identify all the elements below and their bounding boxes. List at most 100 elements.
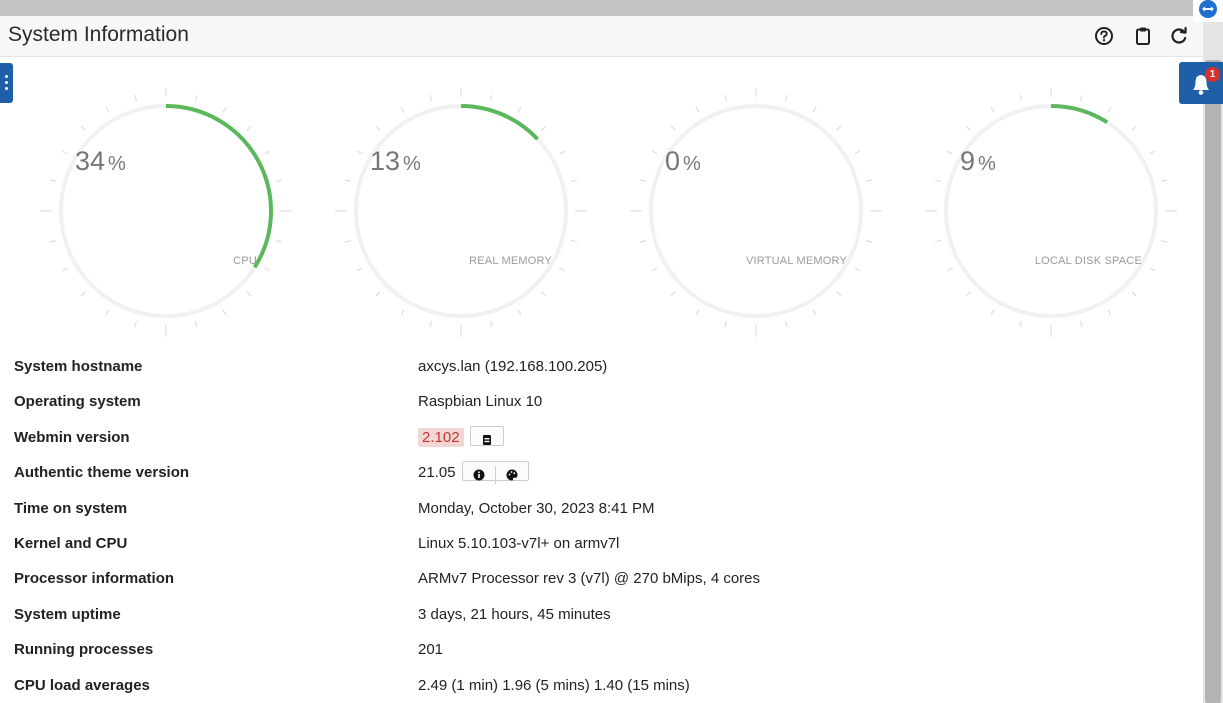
theme-info-button[interactable] bbox=[463, 466, 495, 484]
palette-icon bbox=[506, 469, 518, 481]
real-memory-gauge: 13% REAL MEMORY bbox=[322, 88, 592, 338]
gauge-track bbox=[944, 104, 1158, 318]
clipboard-icon bbox=[1136, 27, 1150, 45]
help-button[interactable] bbox=[1092, 24, 1116, 48]
info-key: Processor information bbox=[14, 570, 175, 588]
sidebar-toggle-button[interactable] bbox=[0, 63, 13, 103]
gauge-tick bbox=[375, 125, 381, 131]
virtual-memory-gauge: 0% VIRTUAL MEMORY bbox=[617, 88, 887, 338]
webmin-changelog-button[interactable] bbox=[469, 425, 504, 449]
gauge-tick bbox=[946, 267, 953, 272]
gauge-tick bbox=[246, 125, 252, 131]
gauge-tick bbox=[344, 239, 352, 243]
gauge-tick bbox=[1107, 106, 1112, 113]
gauge-tick bbox=[1079, 94, 1083, 102]
gauge-tick bbox=[1160, 179, 1168, 183]
remote-control-icon bbox=[1199, 0, 1217, 18]
gauge-tick bbox=[724, 94, 728, 102]
gauge-tick bbox=[695, 106, 700, 113]
theme-palette-button[interactable] bbox=[494, 466, 528, 485]
gauge-tick bbox=[695, 309, 700, 316]
cpu-gauge-value: 34% bbox=[75, 146, 126, 177]
gauge-tick bbox=[80, 125, 86, 131]
gauge-tick bbox=[1149, 150, 1156, 155]
gauge-tick bbox=[670, 291, 676, 297]
gauge-tick bbox=[1019, 94, 1023, 102]
gauge-tick bbox=[784, 94, 788, 102]
cpu-gauge: 34% CPU bbox=[27, 88, 297, 338]
remote-control-button[interactable] bbox=[1193, 0, 1223, 22]
gauge-tick bbox=[429, 94, 433, 102]
real-memory-percent-unit: % bbox=[403, 153, 421, 175]
menu-dot-icon bbox=[5, 81, 8, 84]
gauge-tick bbox=[965, 125, 971, 131]
gauge-tick bbox=[49, 179, 57, 183]
refresh-button[interactable] bbox=[1167, 24, 1191, 48]
gauge-tick bbox=[639, 179, 647, 183]
info-key: Authentic theme version bbox=[14, 464, 190, 482]
gauge-tick bbox=[80, 291, 86, 297]
gauge-tick bbox=[375, 291, 381, 297]
running-processes-link[interactable]: 201 bbox=[418, 632, 443, 667]
menu-dot-icon bbox=[5, 75, 8, 78]
gauge-tick bbox=[836, 125, 842, 131]
gauge-tick bbox=[429, 320, 433, 328]
info-row-os: Operating system Raspbian Linux 10 bbox=[14, 384, 1194, 419]
gauge-tick bbox=[489, 94, 493, 102]
gauge-tick bbox=[965, 291, 971, 297]
gauge-tick bbox=[990, 309, 995, 316]
webmin-version-badge: 2.102 bbox=[418, 427, 464, 447]
gauge-tick bbox=[222, 106, 227, 113]
info-row-webmin-version: Webmin version 2.102 bbox=[14, 420, 1194, 455]
gauge-tick bbox=[489, 320, 493, 328]
info-key: System hostname bbox=[14, 358, 143, 375]
gauge-tick bbox=[400, 309, 405, 316]
gauge-tick bbox=[194, 320, 198, 328]
info-value: Linux 5.10.103-v7l+ on armv7l bbox=[418, 535, 620, 552]
book-icon bbox=[482, 434, 491, 445]
gauge-tick bbox=[1149, 267, 1156, 272]
clipboard-button[interactable] bbox=[1131, 24, 1155, 48]
info-key: Operating system bbox=[14, 393, 141, 411]
cpu-percent: 34 bbox=[75, 146, 106, 176]
gauge-tick bbox=[865, 239, 873, 243]
gauge-tick bbox=[812, 106, 817, 113]
scrollbar-thumb[interactable] bbox=[1205, 60, 1221, 703]
virtual-memory-gauge-dial bbox=[630, 88, 882, 337]
gauge-tick bbox=[784, 320, 788, 328]
local-disk-percent: 9 bbox=[960, 146, 976, 176]
info-key: Webmin version bbox=[14, 428, 130, 446]
gauge-tick bbox=[1131, 125, 1137, 131]
gauge-tick bbox=[517, 106, 522, 113]
info-key: Running processes bbox=[14, 641, 154, 659]
gauge-tick bbox=[222, 309, 227, 316]
gauge-tick bbox=[724, 320, 728, 328]
system-time-link[interactable]: Monday, October 30, 2023 8:41 PM bbox=[418, 491, 655, 526]
webmin-changelog-segment[interactable] bbox=[471, 431, 503, 449]
gauge-tick bbox=[134, 94, 138, 102]
gauge-tick bbox=[541, 125, 547, 131]
cpu-percent-unit: % bbox=[108, 153, 126, 175]
gauge-tick bbox=[264, 267, 271, 272]
gauge-tick bbox=[934, 239, 942, 243]
gauge-tick bbox=[651, 150, 658, 155]
gauge-tick bbox=[946, 150, 953, 155]
gauge-tick bbox=[1160, 239, 1168, 243]
page-title: System Information bbox=[8, 23, 189, 46]
info-row-kernel: Kernel and CPU Linux 5.10.103-v7l+ on ar… bbox=[14, 526, 1194, 561]
window-top-strip bbox=[0, 0, 1223, 16]
uptime-link[interactable]: 3 days, 21 hours, 45 minutes bbox=[418, 597, 611, 632]
virtual-memory-percent-unit: % bbox=[683, 153, 701, 175]
gauge-tick bbox=[356, 267, 363, 272]
info-value: Raspbian Linux 10 bbox=[418, 393, 543, 411]
gauge-tick bbox=[670, 125, 676, 131]
gauge-tick bbox=[49, 239, 57, 243]
info-row-hostname: System hostname axcys.lan (192.168.100.2… bbox=[14, 349, 1194, 384]
info-icon bbox=[473, 469, 485, 481]
gauge-tick bbox=[559, 267, 566, 272]
gauge-tick bbox=[854, 150, 861, 155]
gauge-tick bbox=[246, 291, 252, 297]
gauge-tick bbox=[570, 239, 578, 243]
gauge-tick bbox=[344, 179, 352, 183]
hostname-link[interactable]: axcys.lan (192.168.100.205) bbox=[418, 349, 607, 384]
